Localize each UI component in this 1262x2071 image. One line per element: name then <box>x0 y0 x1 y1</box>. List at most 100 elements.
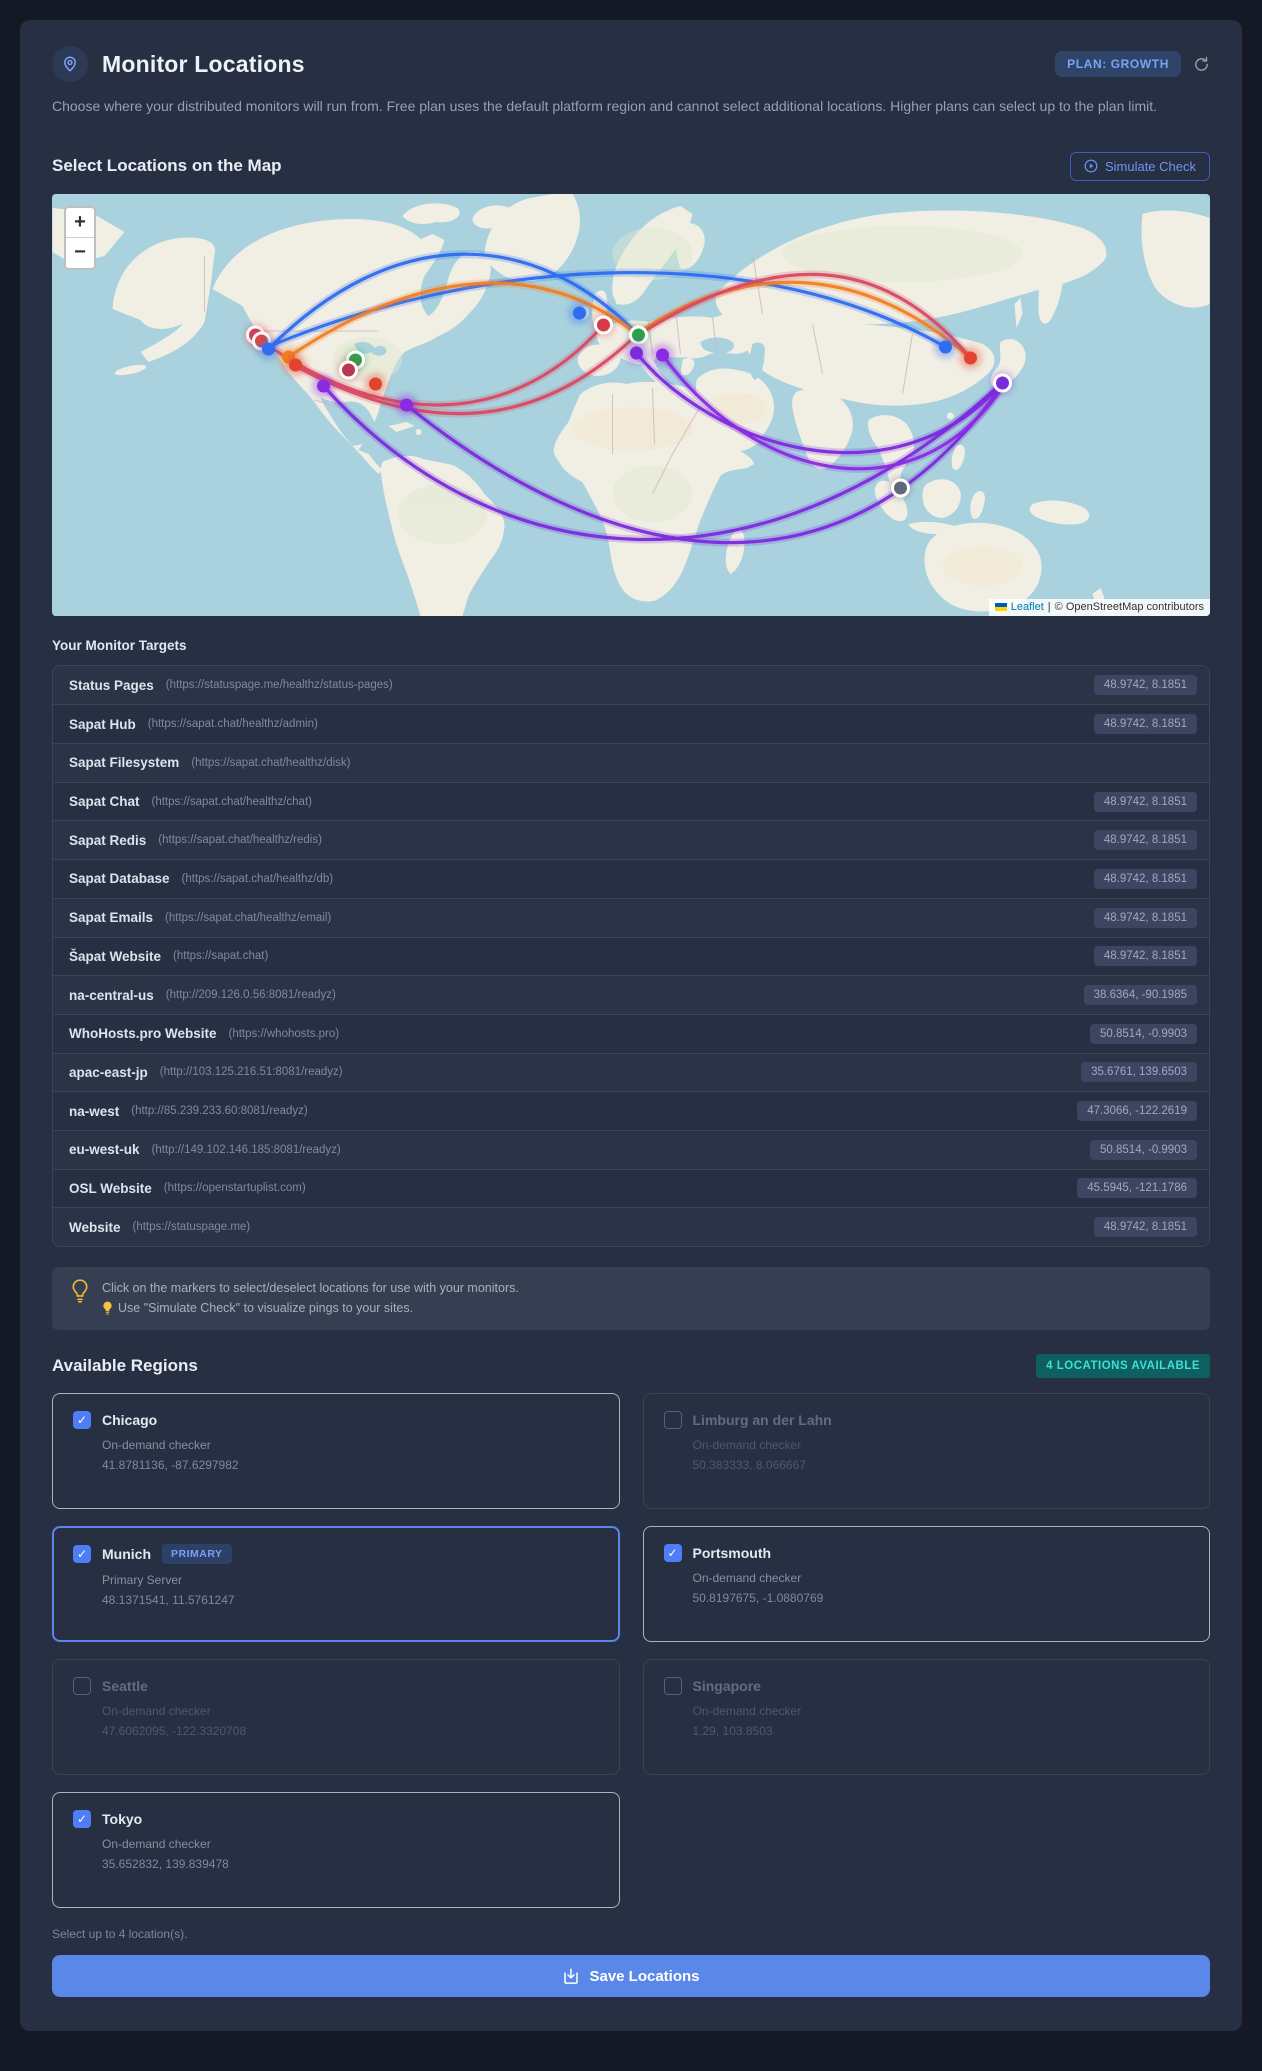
tip-box: Click on the markers to select/deselect … <box>52 1267 1210 1330</box>
checkbox-checked[interactable] <box>73 1545 91 1563</box>
target-url: (https://whohosts.pro) <box>228 1027 340 1040</box>
region-name: Singapore <box>692 1678 761 1694</box>
target-url: (https://sapat.chat/healthz/redis) <box>158 834 322 847</box>
region-card-singapore[interactable]: Singapore On-demand checker 1.29, 103.85… <box>642 1659 1210 1775</box>
save-locations-label: Save Locations <box>589 1967 700 1985</box>
table-row[interactable]: na-central-us (http://209.126.0.56:8081/r… <box>53 975 1209 1014</box>
map-marker[interactable] <box>656 348 669 362</box>
map-marker[interactable] <box>630 346 643 360</box>
regions-title: Available Regions <box>52 1356 198 1375</box>
target-coords-badge: 48.9742, 8.1851 <box>1093 907 1197 928</box>
target-url: (https://statuspage.me/healthz/status-pa… <box>165 679 393 692</box>
selection-limit-note: Select up to 4 location(s). <box>52 1927 188 1941</box>
table-row[interactable]: WhoHosts.pro Website (https://whohosts.pr… <box>53 1013 1209 1053</box>
osm-attribution[interactable]: © OpenStreetMap contributors <box>1055 601 1204 613</box>
targets-table: Status Pages (https://statuspage.me/healt… <box>52 664 1210 1247</box>
world-map[interactable]: + − Leaflet | © OpenStreetMap contributo… <box>52 193 1210 616</box>
target-coords-badge: 48.9742, 8.1851 <box>1093 1217 1197 1238</box>
table-row[interactable]: OSL Website (https://openstartuplist.com)… <box>53 1168 1209 1208</box>
bulb-emoji-icon <box>103 1301 112 1315</box>
map-marker[interactable] <box>891 478 910 498</box>
map-marker[interactable] <box>594 315 613 335</box>
map-marker[interactable] <box>939 340 952 354</box>
map-marker[interactable] <box>339 360 358 380</box>
region-name: Portsmouth <box>692 1545 772 1561</box>
simulate-check-label: Simulate Check <box>1104 158 1196 174</box>
table-row[interactable]: Sapat Emails (https://sapat.chat/healthz/… <box>53 897 1209 937</box>
map-marker[interactable] <box>262 342 275 356</box>
save-locations-button[interactable]: Save Locations <box>52 1955 1210 1997</box>
checkbox-unchecked[interactable] <box>73 1677 91 1695</box>
region-type: On-demand checker <box>692 1704 802 1718</box>
map-marker[interactable] <box>317 379 330 393</box>
table-row[interactable]: Sapat Redis (https://sapat.chat/healthz/r… <box>53 820 1209 860</box>
table-row[interactable]: Status Pages (https://statuspage.me/healt… <box>53 665 1209 705</box>
checkbox-unchecked[interactable] <box>663 1677 682 1695</box>
checkbox-unchecked[interactable] <box>663 1411 682 1429</box>
target-name: Sapat Emails <box>69 910 154 926</box>
target-name: Sapat Filesystem <box>69 755 180 771</box>
primary-badge: PRIMARY <box>162 1544 232 1564</box>
table-row[interactable]: Sapat Hub (https://sapat.chat/healthz/adm… <box>53 704 1209 744</box>
region-card-munich[interactable]: Munich PRIMARY Primary Server 48.1371541,… <box>52 1526 620 1642</box>
checkbox-checked[interactable] <box>663 1544 682 1562</box>
simulate-check-button[interactable]: Simulate Check <box>1069 151 1210 181</box>
target-name: na-central-us <box>69 987 154 1003</box>
target-url: (https://openstartuplist.com) <box>163 1182 306 1195</box>
refresh-icon[interactable] <box>1193 56 1210 73</box>
table-row[interactable]: Sapat Chat (https://sapat.chat/healthz/ch… <box>53 781 1209 821</box>
region-coords: 47.6062095, -122.3320708 <box>102 1724 247 1738</box>
map-canvas <box>52 193 1210 616</box>
target-name: OSL Website <box>69 1180 152 1196</box>
target-url: (https://sapat.chat/healthz/admin) <box>147 718 318 731</box>
checkbox-checked[interactable] <box>73 1411 91 1429</box>
region-type: On-demand checker <box>102 1704 211 1718</box>
regions-header: Available Regions 4 LOCATIONS AVAILABLE <box>52 1354 1210 1378</box>
table-row[interactable]: Website (https://statuspage.me) 48.9742, 8… <box>53 1207 1209 1246</box>
target-url: (https://sapat.chat/healthz/disk) <box>191 756 351 769</box>
region-type: On-demand checker <box>102 1438 211 1452</box>
checkbox-checked[interactable] <box>73 1810 91 1828</box>
table-row[interactable]: Šapat Website (https://sapat.chat) 48.9742… <box>53 936 1209 976</box>
region-type: On-demand checker <box>692 1438 802 1452</box>
target-url: (https://sapat.chat/healthz/email) <box>165 911 332 924</box>
target-coords-badge: 48.9742, 8.1851 <box>1093 830 1197 851</box>
target-coords-badge: 48.9742, 8.1851 <box>1093 791 1197 812</box>
map-marker[interactable] <box>629 325 648 345</box>
table-row[interactable]: Sapat Filesystem (https://sapat.chat/heal… <box>53 743 1209 782</box>
map-marker[interactable] <box>400 398 413 412</box>
region-coords: 48.1371541, 11.5761247 <box>102 1593 235 1607</box>
map-marker[interactable] <box>964 351 977 365</box>
table-row[interactable]: na-west (http://85.239.233.60:8081/readyz… <box>53 1091 1209 1130</box>
target-coords-badge: 48.9742, 8.1851 <box>1093 868 1197 889</box>
region-card-seattle[interactable]: Seattle On-demand checker 47.6062095, -1… <box>52 1659 620 1775</box>
save-icon <box>564 1968 579 1984</box>
map-marker[interactable] <box>993 373 1012 393</box>
region-card-limburg[interactable]: Limburg an der Lahn On-demand checker 50… <box>642 1393 1210 1509</box>
target-coords-badge: 38.6364, -90.1985 <box>1083 985 1197 1006</box>
region-type: On-demand checker <box>692 1571 802 1585</box>
table-row[interactable]: apac-east-jp (http://103.125.216.51:8081/… <box>53 1052 1209 1092</box>
zoom-out-button[interactable]: − <box>66 237 94 268</box>
map-marker[interactable] <box>289 358 302 372</box>
region-name: Chicago <box>102 1412 158 1428</box>
table-row[interactable]: eu-west-uk (http://149.102.146.185:8081/r… <box>53 1129 1209 1169</box>
table-row[interactable]: Sapat Database (https://sapat.chat/health… <box>53 859 1209 898</box>
page-title: Monitor Locations <box>102 50 305 77</box>
leaflet-link[interactable]: Leaflet <box>1011 601 1044 613</box>
region-grid: Chicago On-demand checker 41.8781136, -8… <box>52 1393 1210 1908</box>
region-card-portsmouth[interactable]: Portsmouth On-demand checker 50.8197675,… <box>642 1526 1210 1642</box>
target-url: (https://sapat.chat/healthz/chat) <box>151 795 312 808</box>
target-coords-badge: 48.9742, 8.1851 <box>1093 714 1197 735</box>
target-url: (http://149.102.146.185:8081/readyz) <box>151 1143 341 1156</box>
lightbulb-icon <box>72 1279 88 1303</box>
target-name: na-west <box>69 1103 120 1119</box>
region-type: Primary Server <box>102 1573 183 1587</box>
region-card-tokyo[interactable]: Tokyo On-demand checker 35.652832, 139.8… <box>52 1792 620 1908</box>
map-marker[interactable] <box>369 377 382 391</box>
region-card-chicago[interactable]: Chicago On-demand checker 41.8781136, -8… <box>52 1393 620 1509</box>
target-coords-badge: 50.8514, -0.9903 <box>1090 1139 1197 1160</box>
zoom-in-button[interactable]: + <box>66 207 94 238</box>
map-marker[interactable] <box>573 306 586 320</box>
target-url: (http://85.239.233.60:8081/readyz) <box>131 1105 308 1118</box>
